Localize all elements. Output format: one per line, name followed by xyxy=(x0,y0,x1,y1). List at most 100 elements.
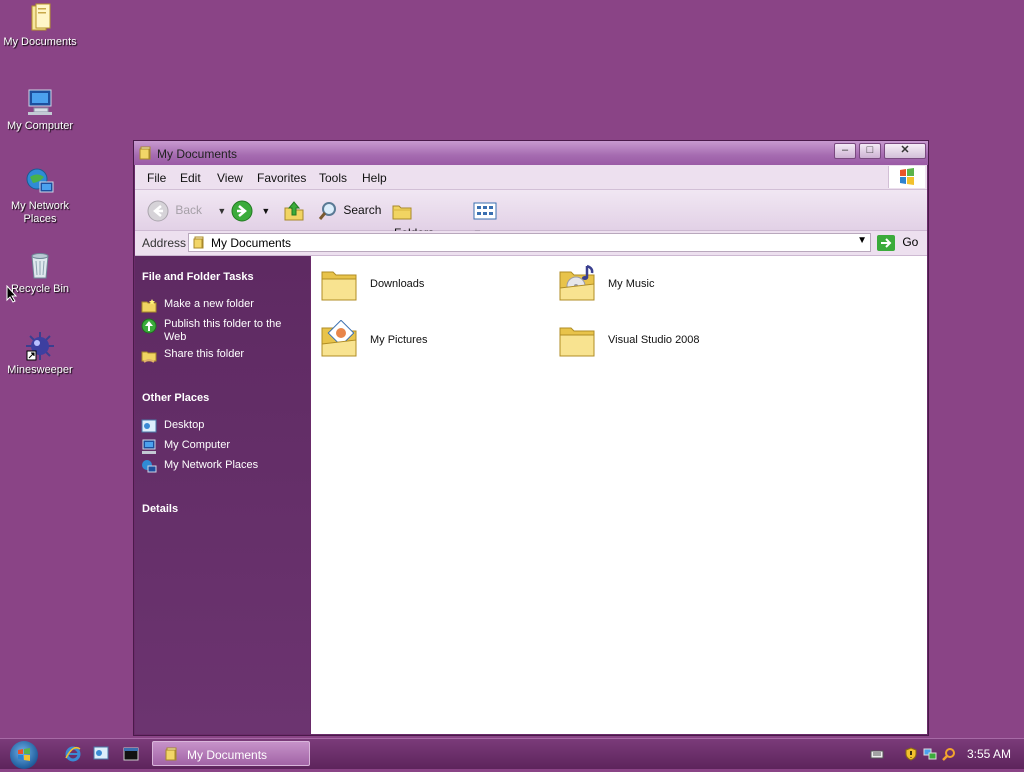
pictures-folder-icon xyxy=(321,320,357,357)
folder-item-my-music[interactable]: My Music xyxy=(557,262,787,308)
up-folder-icon xyxy=(284,201,304,221)
keyboard-icon[interactable] xyxy=(870,747,884,761)
command-prompt-icon[interactable] xyxy=(123,746,139,762)
desktop-icon-my-documents[interactable]: My Documents xyxy=(0,2,80,49)
computer-icon xyxy=(142,439,156,454)
share-folder-icon xyxy=(141,351,157,363)
maximize-button[interactable]: □ xyxy=(859,143,881,159)
search-tray-icon[interactable] xyxy=(942,747,956,761)
other-places-title[interactable]: Other Places xyxy=(142,392,209,404)
task-label: Publish this folder to the Web xyxy=(164,318,282,343)
minimize-button[interactable]: – xyxy=(834,143,856,159)
desktop-icon-my-computer[interactable]: My Computer xyxy=(0,86,80,133)
other-place-network[interactable]: My Network Places xyxy=(141,459,301,473)
folder-label: My Pictures xyxy=(370,334,428,346)
address-value: My Documents xyxy=(211,236,292,250)
search-button[interactable]: Search xyxy=(317,199,383,221)
desktop-icon-my-network-places[interactable]: My Network Places xyxy=(0,166,80,226)
folder-label: Downloads xyxy=(370,278,425,290)
desktop-icon-label: Minesweeper xyxy=(7,364,73,376)
menu-file[interactable]: File xyxy=(147,171,166,185)
new-folder-icon xyxy=(141,299,157,313)
menu-tools[interactable]: Tools xyxy=(319,171,347,185)
go-button[interactable]: Go xyxy=(877,233,918,252)
folders-button[interactable]: Folders xyxy=(391,199,459,240)
publish-folder-link[interactable]: Publish this folder to the Web xyxy=(141,318,301,344)
file-list: Downloads My Music My Pictures Visual St… xyxy=(311,256,927,734)
forward-dropdown-icon[interactable]: ▼ xyxy=(261,206,270,216)
network-tray-icon[interactable] xyxy=(923,747,937,761)
menu-favorites[interactable]: Favorites xyxy=(257,171,306,185)
music-folder-icon xyxy=(559,264,595,301)
details-title[interactable]: Details xyxy=(142,503,178,515)
back-label: Back xyxy=(175,203,203,217)
close-button[interactable]: ✕ xyxy=(884,143,926,159)
desktop-icon-minesweeper[interactable]: Minesweeper xyxy=(0,330,80,377)
mouse-cursor-icon xyxy=(6,285,18,303)
back-dropdown-icon[interactable]: ▼ xyxy=(217,206,226,216)
desktop-icon xyxy=(141,419,157,433)
publish-web-icon xyxy=(141,318,157,334)
network-places-icon xyxy=(142,460,157,473)
task-label: Desktop xyxy=(164,419,205,431)
title-bar[interactable]: My Documents – □ ✕ xyxy=(134,141,928,165)
address-label: Address xyxy=(142,236,187,250)
desktop-icon-label: My Computer xyxy=(6,120,74,132)
task-label: My Network Places xyxy=(164,459,259,471)
task-label: Share this folder xyxy=(164,348,245,360)
windows-logo-icon xyxy=(18,748,30,761)
toolbar: Back ▼ ▼ Search xyxy=(135,190,927,240)
folder-label: My Music xyxy=(608,278,655,290)
task-label: My Computer xyxy=(164,439,231,451)
security-shield-icon[interactable] xyxy=(904,747,918,761)
address-input[interactable]: My Documents ▼ xyxy=(188,233,871,252)
folder-item-my-pictures[interactable]: My Pictures xyxy=(319,318,549,364)
window-title: My Documents xyxy=(157,147,238,161)
folder-icon xyxy=(321,271,357,301)
menu-edit[interactable]: Edit xyxy=(180,171,201,185)
task-label: Make a new folder xyxy=(164,298,254,310)
menu-view[interactable]: View xyxy=(217,171,243,185)
search-label: Search xyxy=(343,203,382,217)
back-arrow-icon xyxy=(147,200,169,222)
forward-button[interactable]: ▼ xyxy=(231,199,275,222)
folder-documents-icon xyxy=(139,146,151,160)
views-button[interactable]: ▼ xyxy=(473,199,509,238)
show-desktop-icon[interactable] xyxy=(93,746,109,762)
file-folder-tasks-title[interactable]: File and Folder Tasks xyxy=(142,271,254,283)
folder-documents-icon xyxy=(31,3,51,31)
folders-icon xyxy=(392,205,412,220)
views-icon xyxy=(473,202,497,220)
folder-documents-icon xyxy=(165,747,177,761)
address-bar: Address My Documents ▼ Go xyxy=(135,231,927,256)
search-icon xyxy=(318,201,336,220)
up-folder-button[interactable] xyxy=(283,199,307,221)
desktop-icon-label: My Documents xyxy=(3,36,77,48)
folder-item-downloads[interactable]: Downloads xyxy=(319,262,549,308)
task-pane: File and Folder Tasks Make a new folder … xyxy=(135,256,310,734)
explorer-window: My Documents – □ ✕ File Edit View Favori… xyxy=(133,140,929,736)
taskbar: My Documents 3:55 AM xyxy=(0,738,1024,769)
taskbar-button-my-documents[interactable]: My Documents xyxy=(152,741,310,766)
minesweeper-icon xyxy=(26,332,54,361)
internet-explorer-icon[interactable] xyxy=(65,746,81,762)
make-new-folder-link[interactable]: Make a new folder xyxy=(141,298,301,313)
menu-help[interactable]: Help xyxy=(362,171,387,185)
recycle-bin-icon xyxy=(31,253,49,279)
other-place-desktop[interactable]: Desktop xyxy=(141,419,301,433)
folder-label: Visual Studio 2008 xyxy=(608,334,700,346)
network-places-icon xyxy=(26,168,54,193)
back-button[interactable]: Back ▼ xyxy=(147,199,227,222)
folder-item-visual-studio-2008[interactable]: Visual Studio 2008 xyxy=(557,318,787,364)
folder-documents-icon xyxy=(193,236,204,249)
windows-logo-icon xyxy=(888,166,925,188)
desktop-icon-label: My Network Places xyxy=(10,200,70,225)
address-dropdown-icon[interactable]: ▼ xyxy=(857,235,867,246)
share-folder-link[interactable]: Share this folder xyxy=(141,348,301,363)
go-arrow-icon xyxy=(877,234,895,251)
other-place-my-computer[interactable]: My Computer xyxy=(141,439,301,454)
clock[interactable]: 3:55 AM xyxy=(967,747,1011,761)
folder-icon xyxy=(559,327,595,357)
start-button[interactable] xyxy=(10,741,38,769)
computer-icon xyxy=(28,89,52,115)
